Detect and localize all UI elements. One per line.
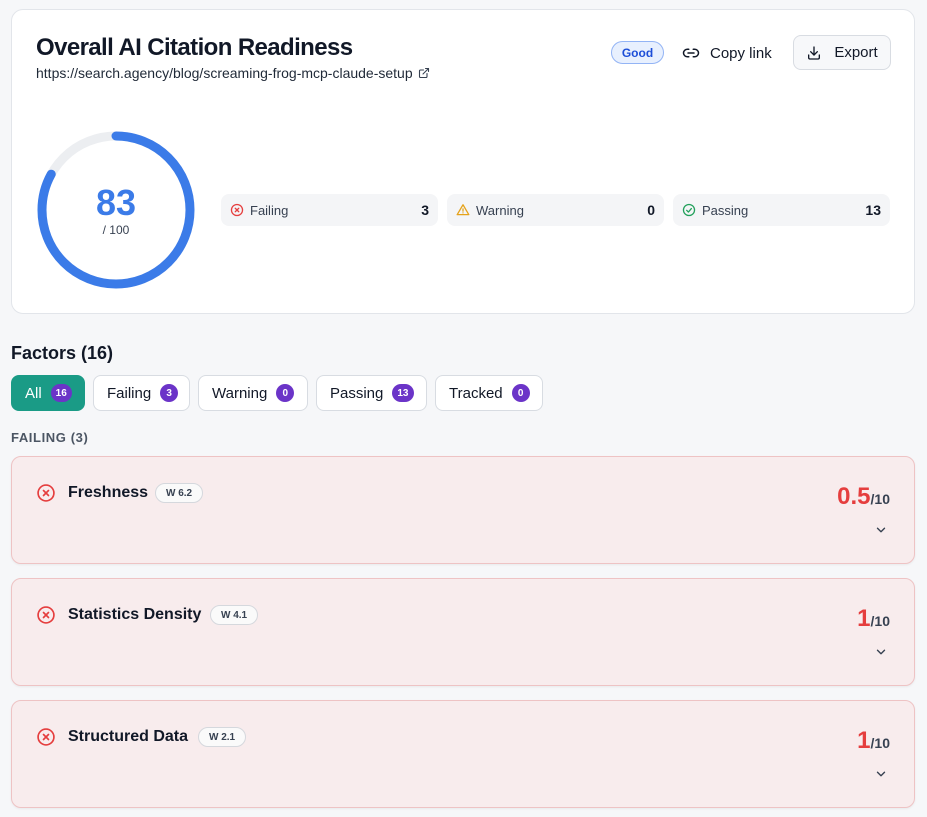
factor-score: 1/10 <box>857 605 890 633</box>
stat-passing: Passing 13 <box>673 194 890 226</box>
external-link-icon <box>418 67 429 79</box>
factors-title: Factors (16) <box>11 343 114 363</box>
x-circle-icon <box>37 484 55 502</box>
status-badge: Good <box>611 41 664 64</box>
filter-passing-label: Passing <box>330 384 384 402</box>
section-label-failing: FAILING (3) <box>11 430 89 445</box>
page-url-text[interactable]: https://search.agency/blog/screaming-fro… <box>36 65 413 81</box>
factor-score-value: 0.5 <box>837 483 871 510</box>
chevron-down-icon[interactable] <box>874 767 888 781</box>
copy-link-label: Copy link <box>710 44 772 62</box>
factor-score-max: /10 <box>870 491 890 507</box>
factor-row-freshness[interactable]: Freshness W 6.2 0.5/10 <box>11 456 915 564</box>
filter-all-count: 16 <box>50 384 72 402</box>
filter-failing[interactable]: Failing 3 <box>93 375 190 411</box>
filter-tracked-count: 0 <box>511 384 530 402</box>
filter-failing-count: 3 <box>160 384 179 402</box>
score-gauge: 83 / 100 <box>36 130 196 290</box>
filter-tracked[interactable]: Tracked 0 <box>435 375 543 411</box>
factor-row-statistics-density[interactable]: Statistics Density W 4.1 1/10 <box>11 578 915 686</box>
score-max: / 100 <box>102 223 130 237</box>
chevron-down-icon[interactable] <box>874 523 888 537</box>
copy-link-button[interactable]: Copy link <box>682 42 772 64</box>
stat-warning-label: Warning <box>476 202 524 218</box>
stat-failing-count: 3 <box>421 202 429 218</box>
stat-warning-count: 0 <box>647 202 655 218</box>
warning-triangle-icon <box>456 204 470 216</box>
weight-badge: W 2.1 <box>198 727 247 747</box>
stat-passing-label: Passing <box>702 202 749 218</box>
export-label: Export <box>834 44 878 61</box>
factor-row-structured-data[interactable]: Structured Data W 2.1 1/10 <box>11 700 915 808</box>
stat-failing: Failing 3 <box>221 194 438 226</box>
filter-passing-count: 13 <box>392 384 414 402</box>
filter-all-label: All <box>25 384 42 402</box>
factor-name: Structured Data <box>68 728 189 745</box>
readiness-card: Overall AI Citation Readiness https://se… <box>11 9 915 314</box>
factor-name: Freshness <box>68 484 149 501</box>
weight-badge: W 6.2 <box>155 483 204 503</box>
filter-passing[interactable]: Passing 13 <box>316 375 427 411</box>
filter-all[interactable]: All 16 <box>11 375 85 411</box>
factor-score: 1/10 <box>857 727 890 755</box>
chevron-down-icon[interactable] <box>874 645 888 659</box>
x-circle-icon <box>230 203 244 217</box>
page-title: Overall AI Citation Readiness <box>36 34 353 61</box>
factor-score-value: 1 <box>857 605 871 632</box>
filter-warning-label: Warning <box>212 384 268 402</box>
page-url[interactable]: https://search.agency/blog/screaming-fro… <box>36 65 430 81</box>
download-icon <box>808 45 821 60</box>
stat-failing-label: Failing <box>250 202 289 218</box>
weight-badge: W 4.1 <box>210 605 259 625</box>
factor-name: Statistics Density <box>68 606 202 623</box>
check-circle-icon <box>682 203 696 217</box>
score-value: 83 <box>95 182 137 223</box>
factor-score: 0.5/10 <box>837 483 890 511</box>
factor-score-value: 1 <box>857 727 871 754</box>
filter-warning-count: 0 <box>276 384 295 402</box>
export-button[interactable]: Export <box>793 35 891 70</box>
stat-passing-count: 13 <box>865 202 881 218</box>
factor-score-max: /10 <box>870 735 890 751</box>
filter-warning[interactable]: Warning 0 <box>198 375 308 411</box>
filter-failing-label: Failing <box>107 384 152 402</box>
factor-score-max: /10 <box>870 613 890 629</box>
filter-tracked-label: Tracked <box>449 384 503 402</box>
link-icon <box>682 48 700 58</box>
stat-warning: Warning 0 <box>447 194 664 226</box>
x-circle-icon <box>37 606 55 624</box>
x-circle-icon <box>37 728 55 746</box>
